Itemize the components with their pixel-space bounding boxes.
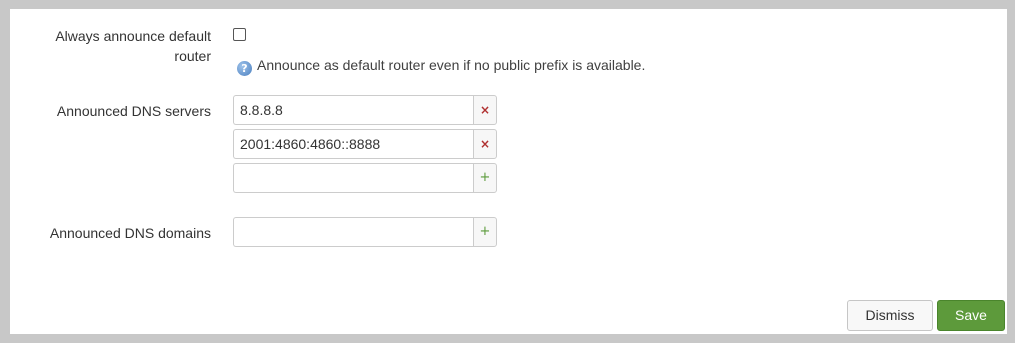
default-router-label-line2: router	[174, 48, 211, 64]
dns-domains-label: Announced DNS domains	[49, 225, 211, 241]
default-router-checkbox[interactable]	[233, 28, 246, 41]
remove-dns-server-1-button[interactable]: ×	[473, 95, 497, 125]
default-router-label-line1: Always announce default	[55, 28, 211, 44]
dns-server-row-new: +	[233, 163, 497, 193]
dns-server-row-1: ×	[233, 95, 497, 125]
dismiss-button[interactable]: Dismiss	[847, 300, 933, 331]
save-button[interactable]: Save	[937, 300, 1005, 331]
dns-server-input-2[interactable]	[233, 129, 473, 159]
dns-servers-label: Announced DNS servers	[56, 103, 211, 119]
default-router-label: Always announce default router	[55, 26, 211, 66]
dns-server-input-1[interactable]	[233, 95, 473, 125]
help-circle-icon: ?	[237, 61, 252, 76]
dns-domain-input-new[interactable]	[233, 217, 473, 247]
dns-domain-row-new: +	[233, 217, 497, 247]
default-router-help: ? Announce as default router even if no p…	[237, 56, 645, 76]
modal-panel: Always announce default router ? Announce…	[10, 9, 1007, 334]
add-dns-domain-button[interactable]: +	[473, 217, 497, 247]
dns-server-input-new[interactable]	[233, 163, 473, 193]
remove-dns-server-2-button[interactable]: ×	[473, 129, 497, 159]
default-router-help-text: Announce as default router even if no pu…	[257, 57, 646, 73]
dns-server-row-2: ×	[233, 129, 497, 159]
add-dns-server-button[interactable]: +	[473, 163, 497, 193]
